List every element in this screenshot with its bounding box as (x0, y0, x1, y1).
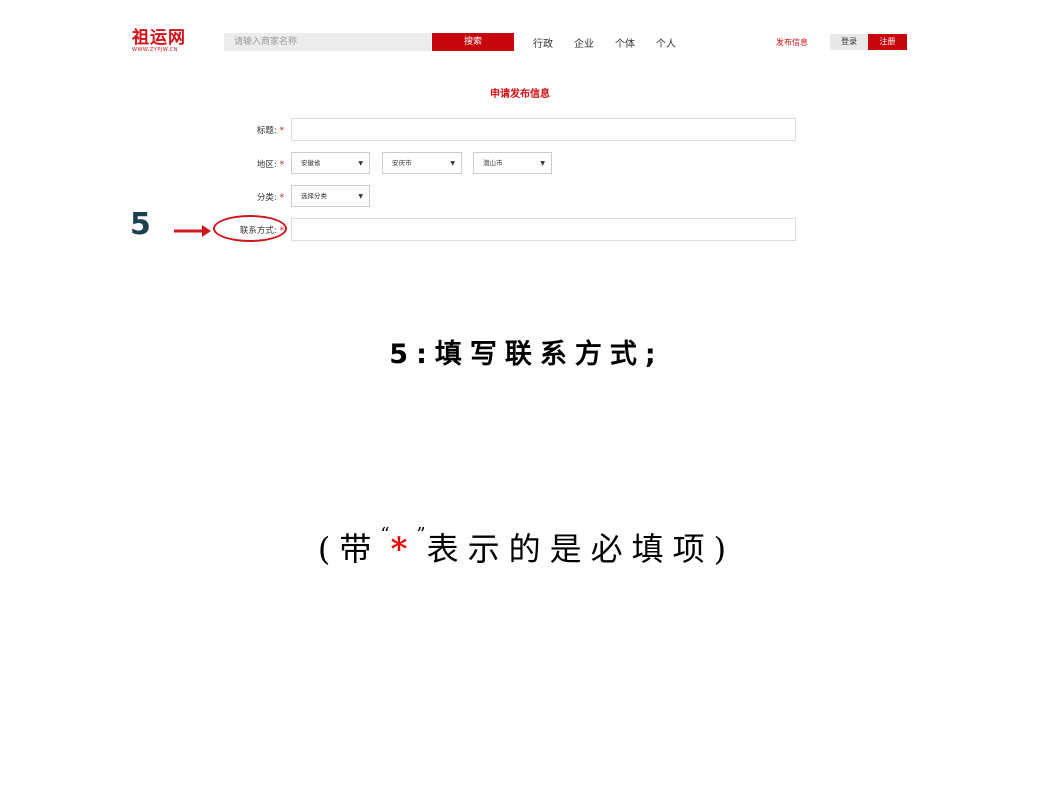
title-label-text: 标题: (256, 126, 277, 136)
required-mark: * (279, 160, 284, 170)
region-label: 地区: * (218, 158, 284, 170)
arrow-right-icon (174, 225, 211, 237)
dropdown-caret-icon: ▼ (358, 193, 363, 200)
district-select[interactable]: 潜山市 ▼ (473, 152, 552, 174)
city-value: 安庆市 (392, 159, 412, 167)
site-logo-url: WWW.ZYPJW.CN (132, 47, 179, 53)
step-caption: 5:填写联系方式; (389, 339, 664, 370)
required-mark: * (279, 126, 284, 136)
search-input[interactable] (224, 33, 431, 51)
district-value: 潜山市 (483, 159, 503, 167)
nav-item-personal[interactable]: 个人 (656, 35, 676, 50)
required-star-icon: * (390, 530, 417, 568)
category-value: 选择分类 (301, 192, 327, 200)
nav-item-enterprise[interactable]: 企业 (574, 35, 594, 50)
category-label: 分类: * (218, 191, 284, 203)
title-input[interactable] (291, 118, 796, 141)
form-title: 申请发布信息 (490, 89, 550, 100)
nav-item-individual-business[interactable]: 个体 (615, 35, 635, 50)
note-close-quote: ” (416, 524, 427, 545)
province-select[interactable]: 安徽省 ▼ (291, 152, 370, 174)
note-open-quote: “ (380, 524, 391, 545)
required-mark: * (279, 193, 284, 203)
region-label-text: 地区: (256, 160, 277, 170)
contact-input[interactable] (291, 218, 796, 241)
step-number: 5 (130, 207, 151, 242)
site-logo[interactable]: 祖运网 (132, 29, 186, 47)
highlight-oval (213, 215, 287, 242)
publish-info-link[interactable]: 发布信息 (776, 37, 808, 48)
register-button[interactable]: 注册 (868, 34, 907, 50)
title-label: 标题: * (218, 124, 284, 136)
note-suffix: 表示的是必填项) (426, 530, 736, 568)
search-button[interactable]: 搜索 (432, 33, 514, 51)
dropdown-caret-icon: ▼ (450, 160, 455, 167)
category-select[interactable]: 选择分类 ▼ (291, 185, 370, 207)
dropdown-caret-icon: ▼ (540, 160, 545, 167)
required-note: (带“*”表示的是必填项) (0, 524, 1053, 570)
city-select[interactable]: 安庆市 ▼ (382, 152, 462, 174)
category-label-text: 分类: (256, 193, 277, 203)
note-prefix: (带 (317, 530, 381, 568)
dropdown-caret-icon: ▼ (358, 160, 363, 167)
province-value: 安徽省 (301, 159, 321, 167)
nav-item-admin[interactable]: 行政 (533, 35, 553, 50)
login-button[interactable]: 登录 (830, 34, 868, 50)
